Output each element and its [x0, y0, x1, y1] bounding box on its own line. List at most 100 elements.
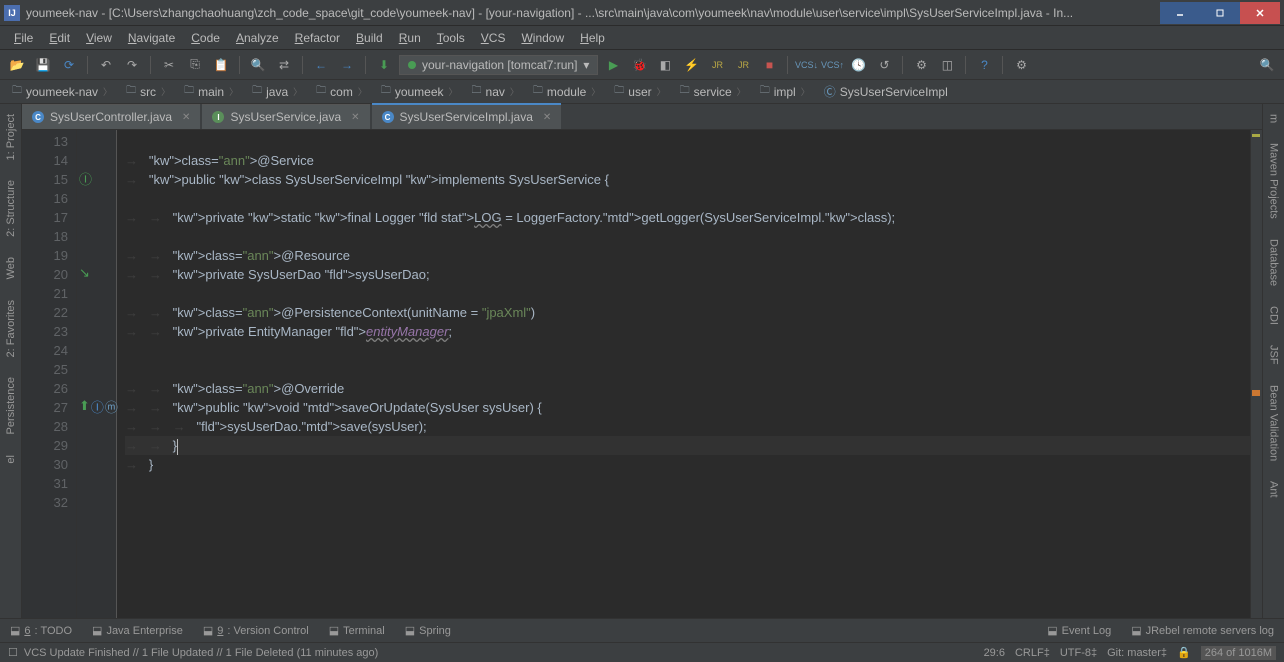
bottom-tab-todo[interactable]: ⬓6: TODO — [6, 622, 76, 639]
code-line[interactable]: → → } — [125, 436, 1250, 455]
line-number[interactable]: 19 — [24, 246, 68, 265]
copy-icon[interactable]: ⎘ — [184, 54, 206, 76]
undo-icon[interactable]: ↶ — [95, 54, 117, 76]
bottom-tab-eventlog[interactable]: ⬓Event Log — [1043, 622, 1115, 639]
jrebel-icon[interactable]: ⚙ — [1010, 54, 1032, 76]
breadcrumb-item[interactable]: 🗀main〉 — [178, 82, 244, 101]
code-line[interactable] — [125, 360, 1250, 379]
cut-icon[interactable]: ✂ — [158, 54, 180, 76]
line-number[interactable]: 15 — [24, 170, 68, 189]
run-icon[interactable]: ▶ — [602, 54, 624, 76]
code-line[interactable]: → → "kw">private SysUserDao "fld">sysUse… — [125, 265, 1250, 284]
memory-indicator[interactable]: 264 of 1016M — [1201, 646, 1276, 660]
forward-icon[interactable]: → — [336, 54, 358, 76]
code-line[interactable] — [125, 189, 1250, 208]
paste-icon[interactable]: 📋 — [210, 54, 232, 76]
code-line[interactable]: → "kw">class="ann">@Service — [125, 151, 1250, 170]
menu-refactor[interactable]: Refactor — [287, 28, 348, 48]
right-tool-m[interactable]: m — [1266, 108, 1282, 129]
code-line[interactable] — [125, 132, 1250, 151]
code-line[interactable]: → → "kw">private "kw">static "kw">final … — [125, 208, 1250, 227]
code-line[interactable]: → → "kw">public "kw">void "mtd">saveOrUp… — [125, 398, 1250, 417]
line-number[interactable]: 20 — [24, 265, 68, 284]
editor-tab[interactable]: CSysUserServiceImpl.java✕ — [372, 103, 562, 129]
encoding[interactable]: UTF-8‡ — [1060, 647, 1097, 659]
breadcrumb-item[interactable]: 🗀module〉 — [527, 82, 606, 101]
menu-navigate[interactable]: Navigate — [120, 28, 183, 48]
line-number[interactable]: 31 — [24, 474, 68, 493]
change-marker[interactable] — [1252, 390, 1260, 396]
breadcrumb-item[interactable]: 🗀impl〉 — [754, 82, 816, 101]
line-number[interactable]: 21 — [24, 284, 68, 303]
line-number[interactable]: 22 — [24, 303, 68, 322]
line-number[interactable]: 16 — [24, 189, 68, 208]
breadcrumb-item[interactable]: 🗀service〉 — [674, 82, 752, 101]
line-number[interactable]: 28 — [24, 417, 68, 436]
left-tool-favorites[interactable]: 2: Favorites — [3, 294, 19, 363]
marker-strip[interactable] — [1250, 130, 1262, 618]
find-icon[interactable]: 🔍 — [247, 54, 269, 76]
code-line[interactable]: → "kw">public "kw">class SysUserServiceI… — [125, 170, 1250, 189]
minimize-button[interactable] — [1160, 2, 1200, 24]
code-line[interactable] — [125, 493, 1250, 512]
lock-icon[interactable]: 🔒 — [1177, 646, 1191, 659]
debug-icon[interactable]: 🐞 — [628, 54, 650, 76]
line-number[interactable]: 27 — [24, 398, 68, 417]
breadcrumb-item[interactable]: 🗀src〉 — [120, 82, 176, 101]
line-number[interactable]: 30 — [24, 455, 68, 474]
profile-icon[interactable]: ⚡ — [680, 54, 702, 76]
code-line[interactable]: → → → "fld">sysUserDao."mtd">save(sysUse… — [125, 417, 1250, 436]
left-tool-el[interactable]: el — [3, 449, 19, 470]
line-number[interactable]: 24 — [24, 341, 68, 360]
right-tool-beanvalidation[interactable]: Bean Validation — [1266, 379, 1282, 467]
build-icon[interactable]: ⬇ — [373, 54, 395, 76]
code-line[interactable] — [125, 341, 1250, 360]
menu-help[interactable]: Help — [572, 28, 613, 48]
line-number[interactable]: 32 — [24, 493, 68, 512]
vcs-revert-icon[interactable]: ↺ — [873, 54, 895, 76]
breadcrumb-item[interactable]: 🗀youmeek-nav〉 — [6, 82, 118, 101]
bottom-tab-versioncontrol[interactable]: ⬓9: Version Control — [199, 622, 313, 639]
menu-analyze[interactable]: Analyze — [228, 28, 287, 48]
vcs-commit-icon[interactable]: VCS↑ — [821, 54, 843, 76]
line-number[interactable]: 25 — [24, 360, 68, 379]
coverage-icon[interactable]: ◧ — [654, 54, 676, 76]
code-line[interactable]: → → "kw">private EntityManager "fld">ent… — [125, 322, 1250, 341]
menu-view[interactable]: View — [78, 28, 120, 48]
breadcrumb-item[interactable]: 🗀nav〉 — [466, 82, 525, 101]
code-line[interactable]: → } — [125, 455, 1250, 474]
project-structure-icon[interactable]: ◫ — [936, 54, 958, 76]
help-icon[interactable]: ? — [973, 54, 995, 76]
open-icon[interactable]: 📂 — [6, 54, 28, 76]
line-number[interactable]: 23 — [24, 322, 68, 341]
menu-code[interactable]: Code — [183, 28, 228, 48]
jrebel-debug-icon[interactable]: JR — [732, 54, 754, 76]
left-tool-web[interactable]: Web — [3, 251, 19, 285]
line-number[interactable]: 18 — [24, 227, 68, 246]
code-line[interactable]: → → "kw">class="ann">@PersistenceContext… — [125, 303, 1250, 322]
vcs-update-icon[interactable]: VCS↓ — [795, 54, 817, 76]
bottom-tab-jrebelremoteserverslog[interactable]: ⬓JRebel remote servers log — [1127, 622, 1278, 639]
right-tool-jsf[interactable]: JSF — [1266, 339, 1282, 371]
code-line[interactable]: → → "kw">class="ann">@Override — [125, 379, 1250, 398]
gutter-impl-icon[interactable]: Ⓘ — [79, 170, 115, 186]
line-number[interactable]: 17 — [24, 208, 68, 227]
line-number[interactable]: 13 — [24, 132, 68, 151]
maximize-button[interactable] — [1200, 2, 1240, 24]
right-tool-database[interactable]: Database — [1266, 233, 1282, 292]
close-button[interactable] — [1240, 2, 1280, 24]
menu-vcs[interactable]: VCS — [473, 28, 514, 48]
git-branch[interactable]: Git: master‡ — [1107, 647, 1167, 659]
code-line[interactable]: → → "kw">class="ann">@Resource — [125, 246, 1250, 265]
editor-tab[interactable]: ISysUserService.java✕ — [202, 104, 369, 129]
code-line[interactable] — [125, 284, 1250, 303]
line-number[interactable]: 14 — [24, 151, 68, 170]
redo-icon[interactable]: ↷ — [121, 54, 143, 76]
right-tool-cdi[interactable]: CDI — [1266, 300, 1282, 331]
code-line[interactable] — [125, 474, 1250, 493]
breadcrumb-item[interactable]: 🗀youmeek〉 — [375, 82, 464, 101]
back-icon[interactable]: ← — [310, 54, 332, 76]
sync-icon[interactable]: ⟳ — [58, 54, 80, 76]
save-icon[interactable]: 💾 — [32, 54, 54, 76]
bottom-tab-spring[interactable]: ⬓Spring — [401, 622, 455, 639]
